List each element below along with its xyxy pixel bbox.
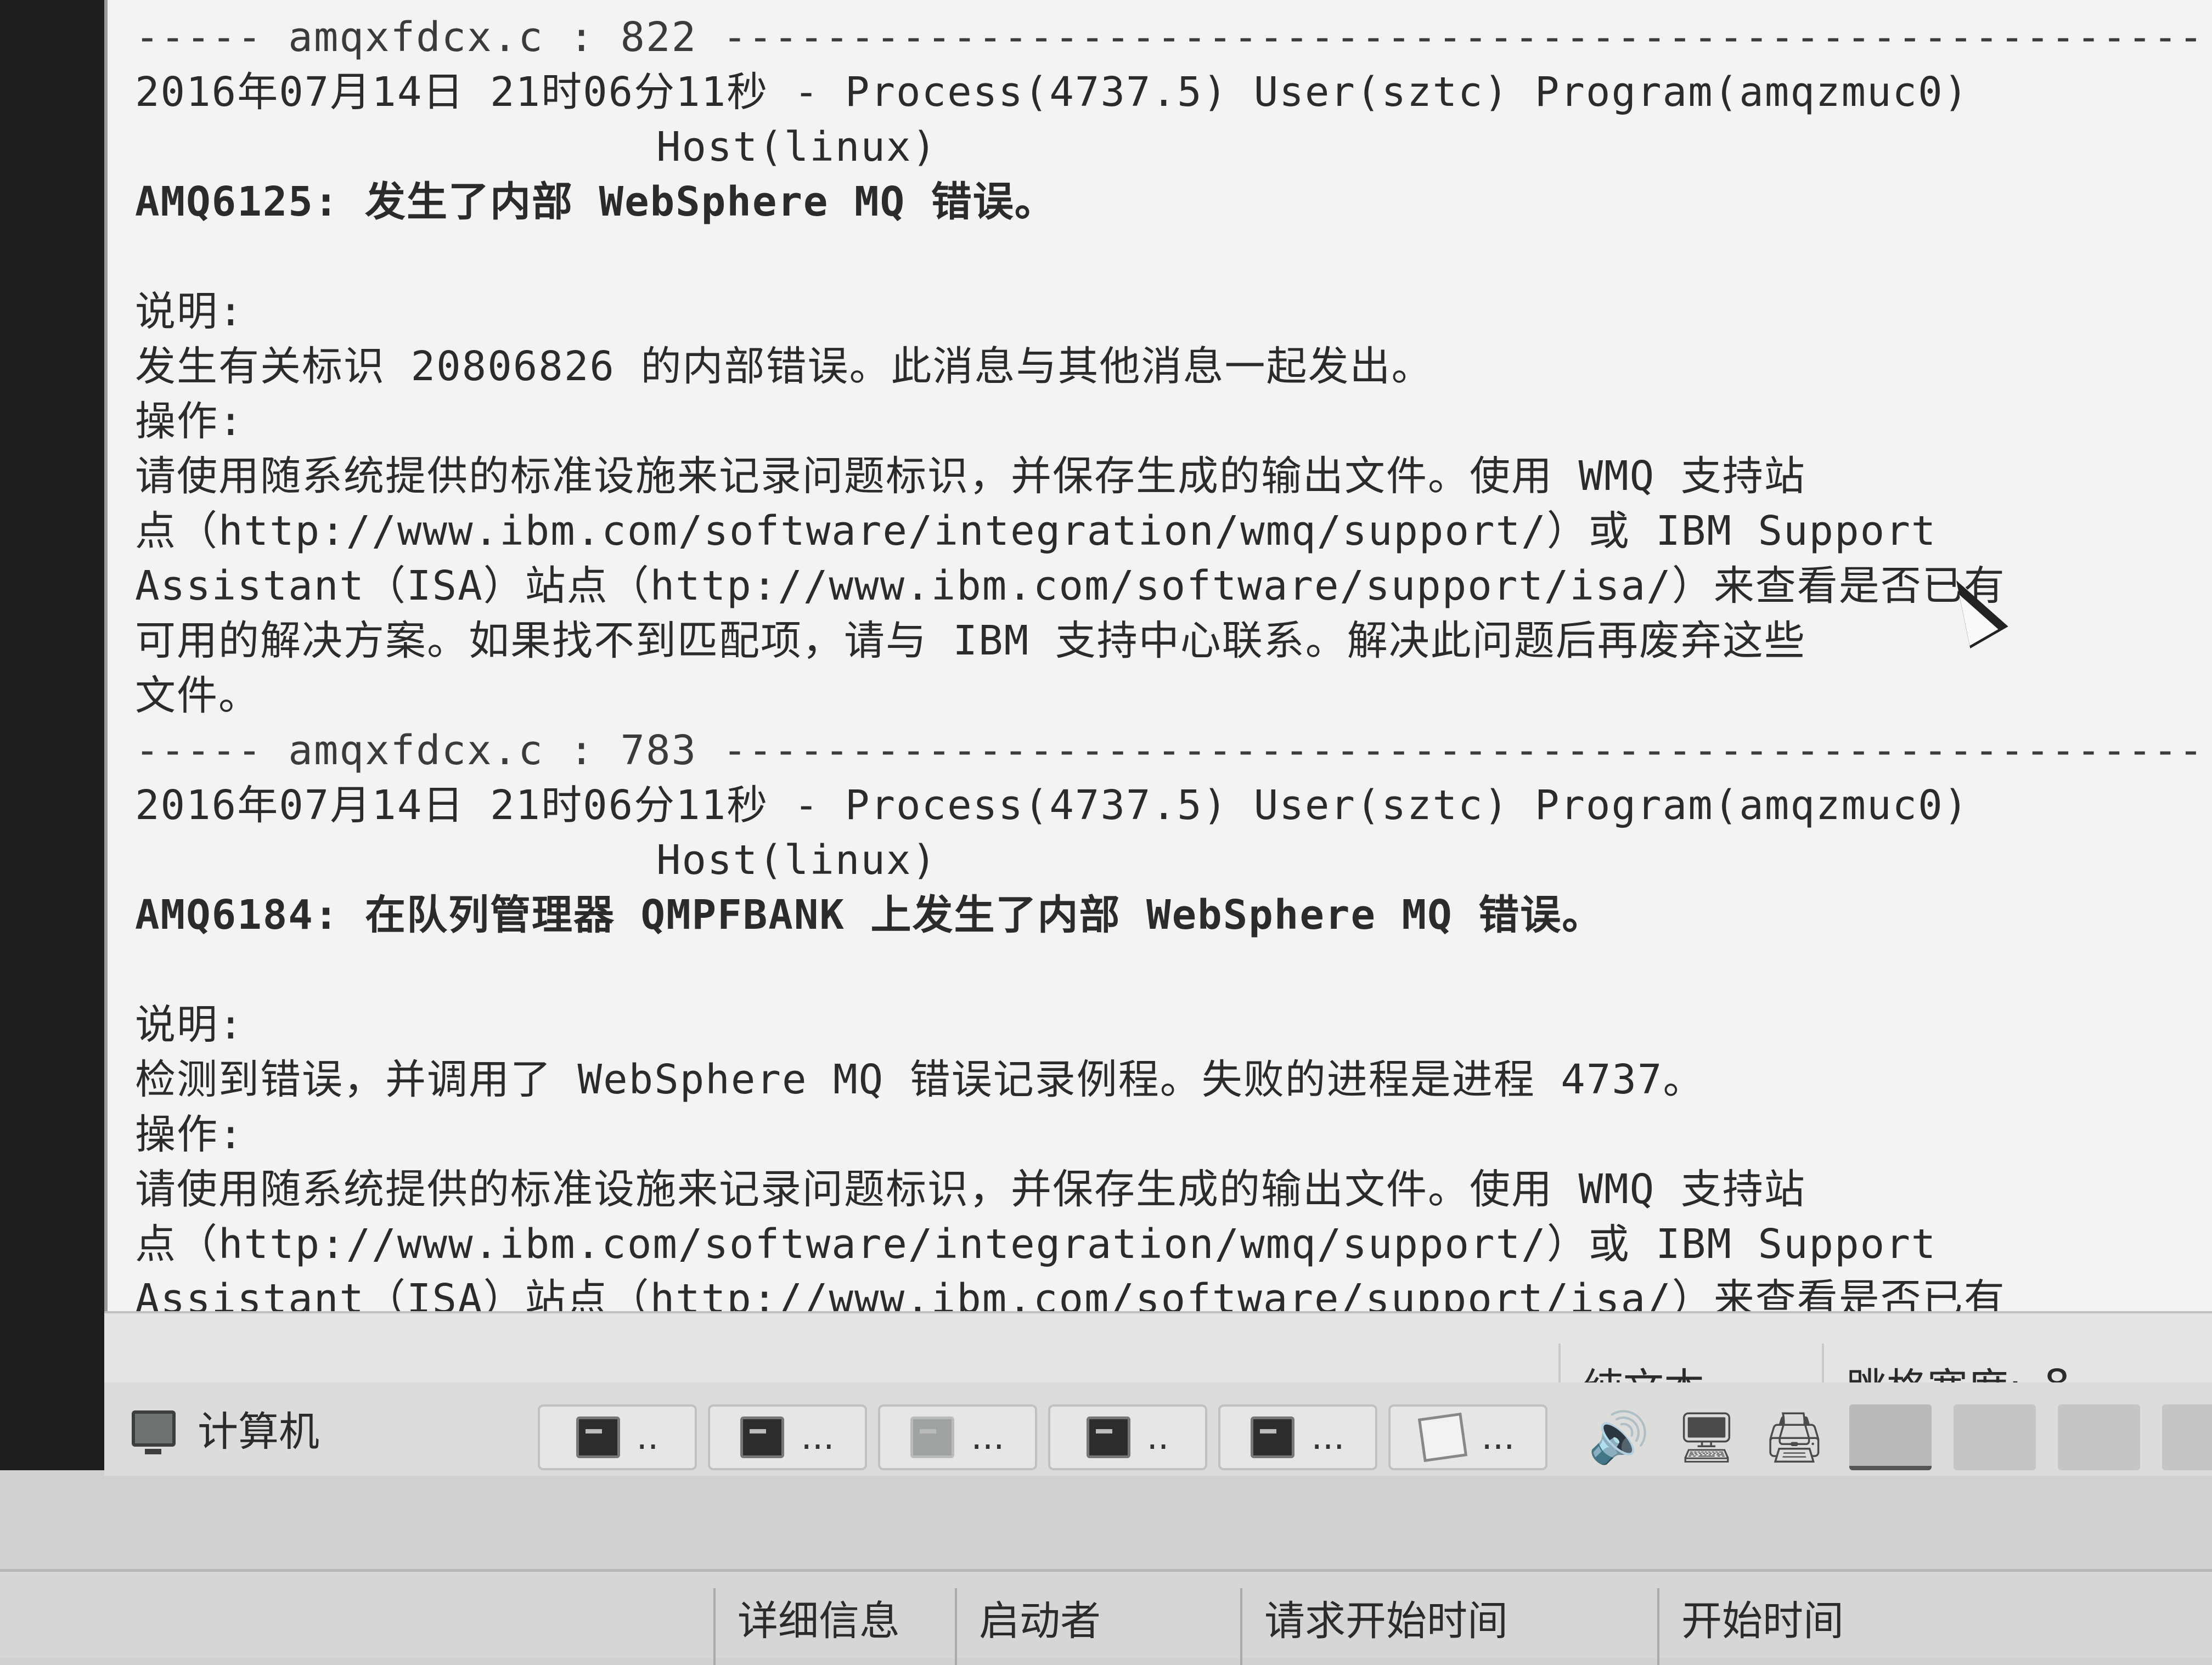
column-header-start-time[interactable]: 开始时间 bbox=[1657, 1588, 2052, 1665]
log-message: AMQ6184: 在队列管理器 QMPFBANK 上发生了内部 WebSpher… bbox=[135, 891, 1604, 939]
taskbar-window-button[interactable]: ... bbox=[1388, 1404, 1547, 1470]
log-header: 2016年07月14日 21时06分11秒 - Process(4737.5) … bbox=[135, 782, 1969, 829]
printer-icon[interactable]: 🖨 bbox=[1761, 1407, 1827, 1468]
text-editor-icon bbox=[1418, 1412, 1468, 1463]
workspace-switcher[interactable] bbox=[1954, 1404, 2036, 1470]
monitor-table-header: 详细信息 启动者 请求开始时间 开始时间 bbox=[0, 1569, 2212, 1665]
terminal-icon bbox=[1251, 1416, 1295, 1458]
explanation-text: 发生有关标识 20806826 的内部错误。此消息与其他消息一起发出。 bbox=[135, 343, 1433, 390]
action-line: 请使用随系统提供的标准设施来记录问题标识，并保存生成的输出文件。使用 WMQ 支… bbox=[135, 1166, 1806, 1213]
explanation-label: 说明: bbox=[135, 1001, 244, 1048]
column-header-initiator[interactable]: 启动者 bbox=[955, 1588, 1240, 1665]
text-editor-pane[interactable]: ----- amqxfdcx.c : 822 -----------------… bbox=[104, 0, 2212, 1311]
workspace-switcher[interactable] bbox=[2162, 1404, 2212, 1470]
action-line: 点（http://www.ibm.com/software/integratio… bbox=[135, 1221, 1937, 1268]
explanation-text: 检测到错误，并调用了 WebSphere MQ 错误记录例程。失败的进程是进程 … bbox=[135, 1056, 1705, 1103]
window-title: ... bbox=[1481, 1417, 1515, 1458]
explanation-label: 说明: bbox=[135, 288, 244, 335]
action-line: 文件。 bbox=[135, 672, 260, 719]
column-header-request-start-time[interactable]: 请求开始时间 bbox=[1240, 1588, 1657, 1665]
action-line: Assistant（ISA）站点（http://www.ibm.com/soft… bbox=[135, 1275, 2006, 1311]
taskbar-window-button[interactable]: .. bbox=[1048, 1404, 1207, 1470]
computer-icon bbox=[132, 1410, 176, 1454]
taskbar-window-button[interactable]: .. bbox=[538, 1404, 697, 1470]
workspace-switcher[interactable] bbox=[2058, 1404, 2140, 1470]
log-header: 2016年07月14日 21时06分11秒 - Process(4737.5) … bbox=[135, 69, 1969, 116]
log-host: Host(linux) bbox=[656, 837, 938, 884]
workspace-switcher-active[interactable] bbox=[1849, 1404, 1932, 1470]
log-content[interactable]: ----- amqxfdcx.c : 822 -----------------… bbox=[135, 10, 2209, 1311]
log-host: Host(linux) bbox=[656, 123, 938, 171]
system-tray: 🔊 🖥 🖨 bbox=[1586, 1404, 2212, 1470]
screen-bezel bbox=[0, 0, 104, 1470]
window-title: ... bbox=[1311, 1417, 1345, 1458]
action-label: 操作: bbox=[135, 1111, 244, 1158]
terminal-icon bbox=[576, 1416, 620, 1458]
log-separator: ----- amqxfdcx.c : 822 -----------------… bbox=[135, 14, 2209, 61]
taskbar-window-button[interactable]: ... bbox=[878, 1404, 1037, 1470]
window-title: ... bbox=[801, 1417, 835, 1458]
action-line: 请使用随系统提供的标准设施来记录问题标识，并保存生成的输出文件。使用 WMQ 支… bbox=[135, 453, 1806, 500]
terminal-icon bbox=[1086, 1416, 1130, 1458]
window-title: .. bbox=[1146, 1417, 1169, 1458]
computer-launcher[interactable]: 计算机 bbox=[132, 1399, 319, 1458]
terminal-icon bbox=[910, 1416, 955, 1458]
terminal-icon bbox=[740, 1416, 785, 1458]
taskbar-window-button[interactable]: ... bbox=[1218, 1404, 1377, 1470]
action-line: Assistant（ISA）站点（http://www.ibm.com/soft… bbox=[135, 562, 2006, 609]
action-line: 点（http://www.ibm.com/software/integratio… bbox=[135, 507, 1937, 555]
volume-icon[interactable]: 🔊 bbox=[1586, 1407, 1652, 1468]
action-line: 可用的解决方案。如果找不到匹配项，请与 IBM 支持中心联系。解决此问题后再废弃… bbox=[135, 617, 1806, 664]
window-title: ... bbox=[971, 1417, 1005, 1458]
action-label: 操作: bbox=[135, 398, 244, 445]
network-monitor-icon[interactable]: 🖥 bbox=[1674, 1407, 1740, 1468]
window-title: .. bbox=[636, 1417, 659, 1458]
log-separator: ----- amqxfdcx.c : 783 -----------------… bbox=[135, 727, 2209, 774]
taskbar-window-button[interactable]: ... bbox=[708, 1404, 867, 1470]
column-header-details[interactable]: 详细信息 bbox=[713, 1588, 955, 1665]
computer-label: 计算机 bbox=[198, 1408, 319, 1455]
log-message: AMQ6125: 发生了内部 WebSphere MQ 错误。 bbox=[135, 178, 1056, 225]
taskbar: 计算机 .. ... ... .. ... ... 🔊 🖥 🖨 bbox=[104, 1382, 2212, 1476]
